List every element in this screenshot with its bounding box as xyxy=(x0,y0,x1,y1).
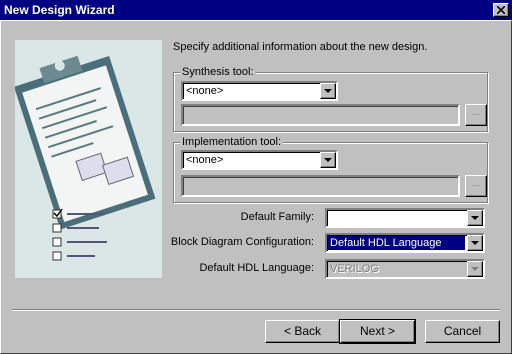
synthesis-tool-select[interactable]: <none> xyxy=(181,81,338,101)
synthesis-browse-button[interactable]: ... xyxy=(465,104,487,126)
dropdown-arrow-icon xyxy=(324,158,332,162)
synthesis-tool-value: <none> xyxy=(186,85,224,97)
next-button[interactable]: Next > xyxy=(339,319,416,344)
dropdown-arrow-icon xyxy=(471,216,479,220)
block-diagram-label: Block Diagram Configuration: xyxy=(170,236,314,248)
window-title: New Design Wizard xyxy=(4,3,115,17)
dropdown-button[interactable] xyxy=(467,261,483,277)
separator xyxy=(12,309,500,311)
implementation-path-field[interactable] xyxy=(181,175,460,197)
default-hdl-label: Default HDL Language: xyxy=(199,262,314,274)
cancel-button[interactable]: Cancel xyxy=(425,320,500,343)
block-diagram-select[interactable]: Default HDL Language xyxy=(325,233,485,253)
default-family-select[interactable] xyxy=(325,208,485,228)
synthesis-path-field[interactable] xyxy=(181,104,460,126)
header-instruction: Specify additional information about the… xyxy=(173,41,428,53)
implementation-tool-value: <none> xyxy=(186,154,224,166)
implementation-tool-select[interactable]: <none> xyxy=(181,150,338,170)
dropdown-button[interactable] xyxy=(320,83,336,99)
dropdown-button[interactable] xyxy=(467,235,483,251)
implementation-browse-button[interactable]: ... xyxy=(465,175,487,197)
dropdown-arrow-icon xyxy=(471,267,479,271)
back-button[interactable]: < Back xyxy=(265,320,340,343)
default-hdl-value: VERILOG xyxy=(330,263,379,275)
dropdown-arrow-icon xyxy=(324,89,332,93)
synthesis-label: Synthesis tool: xyxy=(180,66,256,78)
close-button[interactable] xyxy=(493,3,509,17)
close-icon xyxy=(497,6,505,14)
clipboard-illustration xyxy=(15,40,162,278)
title-bar: New Design Wizard xyxy=(0,0,512,20)
implementation-label: Implementation tool: xyxy=(180,136,284,148)
dropdown-button[interactable] xyxy=(320,152,336,168)
dropdown-button[interactable] xyxy=(467,210,483,226)
block-diagram-value: Default HDL Language xyxy=(328,236,465,250)
default-family-label: Default Family: xyxy=(240,211,314,223)
dropdown-arrow-icon xyxy=(471,241,479,245)
default-hdl-select[interactable]: VERILOG xyxy=(325,259,485,279)
